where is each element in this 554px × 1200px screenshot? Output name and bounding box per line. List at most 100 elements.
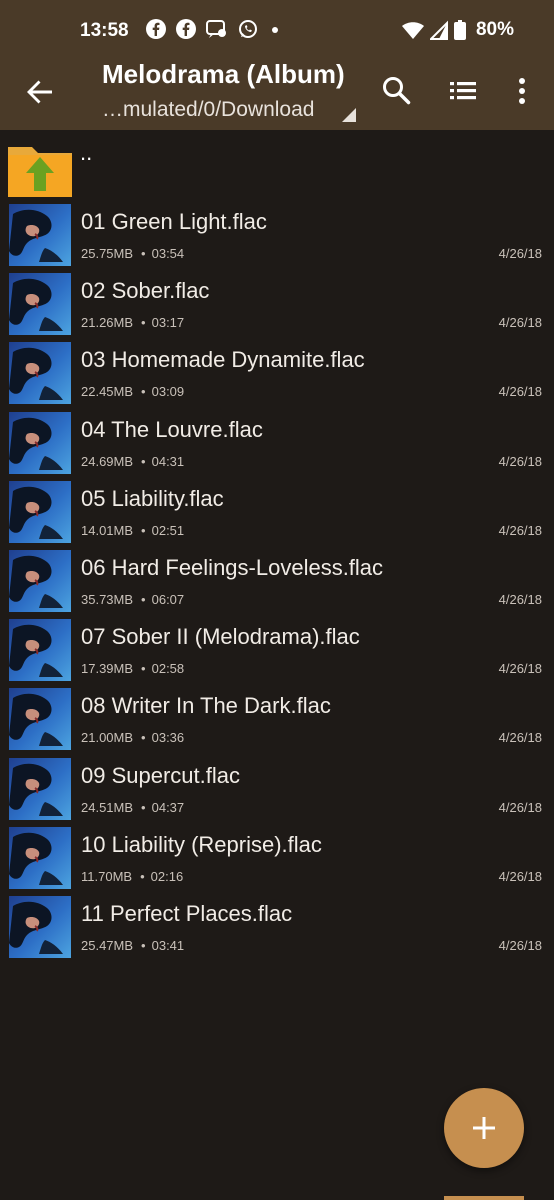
signal-icon bbox=[429, 20, 448, 40]
file-row[interactable]: 01 Green Light.flac 25.75MB • 03:54 4/26/1… bbox=[0, 200, 554, 269]
separator-dot: • bbox=[141, 730, 146, 746]
file-row[interactable]: 08 Writer In The Dark.flac 21.00MB • 03:36… bbox=[0, 684, 554, 753]
file-size: 25.75MB bbox=[81, 246, 134, 261]
file-meta: 24.51MB • 04:37 bbox=[81, 800, 184, 815]
file-name: 05 Liability.flac bbox=[81, 485, 224, 511]
file-duration: 06:07 bbox=[151, 592, 185, 607]
file-name: 09 Supercut.flac bbox=[81, 762, 240, 788]
file-name: 07 Sober II (Melodrama).flac bbox=[81, 624, 360, 650]
file-meta: 24.69MB • 04:31 bbox=[81, 454, 184, 469]
search-icon[interactable] bbox=[380, 74, 414, 108]
back-arrow-icon[interactable] bbox=[24, 76, 56, 108]
separator-dot: • bbox=[141, 384, 146, 400]
file-size: 14.01MB bbox=[81, 522, 134, 538]
album-art-thumbnail bbox=[9, 480, 71, 543]
folder-up-icon bbox=[8, 147, 72, 197]
file-meta: 25.47MB • 03:41 bbox=[81, 938, 184, 953]
separator-dot: • bbox=[141, 938, 146, 953]
file-name: 02 Sober.flac bbox=[81, 278, 210, 304]
separator-dot: • bbox=[141, 799, 146, 815]
file-size: 24.51MB bbox=[81, 799, 134, 815]
album-art-thumbnail bbox=[9, 757, 71, 820]
whatsapp-icon bbox=[239, 20, 257, 38]
separator-dot: • bbox=[141, 315, 146, 331]
status-time: 13:58 bbox=[80, 20, 129, 41]
more-options-icon[interactable] bbox=[505, 74, 539, 108]
parent-directory-label: .. bbox=[80, 140, 93, 165]
file-size: 21.00MB bbox=[81, 730, 134, 746]
file-size: 22.45MB bbox=[81, 384, 134, 400]
file-row[interactable]: 09 Supercut.flac 24.51MB • 04:37 4/26/18 bbox=[0, 754, 554, 823]
file-date: 4/26/18 bbox=[498, 522, 542, 538]
file-duration: 03:17 bbox=[151, 315, 185, 331]
file-date: 4/26/18 bbox=[498, 730, 542, 746]
file-name: 10 Liability (Reprise).flac bbox=[81, 831, 322, 857]
file-duration: 03:09 bbox=[151, 384, 185, 400]
album-art-thumbnail bbox=[9, 896, 71, 958]
file-size: 24.69MB bbox=[81, 453, 134, 469]
file-date: 4/26/18 bbox=[498, 868, 542, 884]
file-size: 11.70MB bbox=[81, 868, 133, 884]
dot-icon bbox=[272, 27, 278, 33]
separator-dot: • bbox=[141, 592, 146, 607]
messages-icon bbox=[206, 20, 226, 38]
file-date: 4/26/18 bbox=[498, 938, 542, 953]
album-art-thumbnail bbox=[9, 273, 71, 336]
file-name: 06 Hard Feelings-Loveless.flac bbox=[81, 555, 384, 580]
wifi-icon bbox=[401, 22, 424, 39]
system-icons: 80% bbox=[401, 19, 514, 41]
file-duration: 04:31 bbox=[151, 453, 185, 469]
facebook-icon bbox=[176, 19, 196, 39]
path-dropdown-icon[interactable] bbox=[342, 108, 356, 122]
album-art-thumbnail bbox=[9, 826, 71, 889]
separator-dot: • bbox=[141, 246, 146, 261]
album-art-thumbnail bbox=[9, 688, 71, 751]
album-art-thumbnail bbox=[9, 619, 71, 682]
album-art-thumbnail bbox=[9, 550, 71, 612]
file-duration: 02:16 bbox=[150, 868, 184, 884]
file-row[interactable]: 04 The Louvre.flac 24.69MB • 04:31 4/26/18 bbox=[0, 408, 554, 477]
file-duration: 03:41 bbox=[151, 938, 185, 953]
page-title: Melodrama (Album) bbox=[102, 59, 345, 89]
file-meta: 11.70MB • 02:16 bbox=[81, 869, 183, 884]
add-fab-button[interactable] bbox=[444, 1088, 524, 1168]
file-date: 4/26/18 bbox=[498, 384, 542, 400]
path-breadcrumb[interactable]: …mulated/0/Download bbox=[102, 98, 314, 122]
fab-shadow-strip bbox=[444, 1196, 524, 1200]
file-name: 03 Homemade Dynamite.flac bbox=[81, 347, 365, 373]
file-size: 25.47MB bbox=[81, 938, 134, 953]
file-row[interactable]: 02 Sober.flac 21.26MB • 03:17 4/26/18 bbox=[0, 269, 554, 338]
separator-dot: • bbox=[140, 868, 145, 884]
album-art-thumbnail bbox=[9, 204, 71, 266]
file-row[interactable]: 11 Perfect Places.flac 25.47MB • 03:41 4/2… bbox=[0, 892, 554, 961]
battery-icon bbox=[453, 20, 466, 40]
file-name: 08 Writer In The Dark.flac bbox=[81, 693, 331, 719]
file-meta: 35.73MB • 06:07 bbox=[81, 592, 184, 607]
list-view-icon[interactable] bbox=[446, 74, 480, 108]
plus-icon bbox=[473, 1117, 495, 1139]
separator-dot: • bbox=[141, 661, 146, 677]
file-row[interactable]: 06 Hard Feelings-Loveless.flac 35.73MB • 0… bbox=[0, 546, 554, 615]
file-date: 4/26/18 bbox=[498, 246, 542, 261]
file-name: 01 Green Light.flac bbox=[81, 209, 267, 234]
file-row[interactable]: 07 Sober II (Melodrama).flac 17.39MB • 02:… bbox=[0, 615, 554, 684]
file-row[interactable]: 05 Liability.flac 14.01MB • 02:51 4/26/18 bbox=[0, 477, 554, 546]
file-size: 17.39MB bbox=[81, 661, 134, 677]
file-meta: 22.45MB • 03:09 bbox=[81, 384, 184, 399]
album-art-thumbnail bbox=[9, 342, 71, 405]
file-date: 4/26/18 bbox=[498, 592, 542, 607]
file-duration: 03:36 bbox=[151, 730, 185, 746]
file-meta: 25.75MB • 03:54 bbox=[81, 246, 184, 261]
file-name: 11 Perfect Places.flac bbox=[81, 901, 293, 926]
separator-dot: • bbox=[141, 522, 146, 538]
file-meta: 17.39MB • 02:58 bbox=[81, 661, 184, 676]
file-duration: 02:58 bbox=[151, 661, 185, 677]
file-duration: 03:54 bbox=[151, 246, 185, 261]
file-meta: 21.00MB • 03:36 bbox=[81, 730, 184, 745]
file-size: 21.26MB bbox=[81, 315, 134, 331]
file-row[interactable]: 03 Homemade Dynamite.flac 22.45MB • 03:09 … bbox=[0, 338, 554, 407]
file-name: 04 The Louvre.flac bbox=[81, 416, 263, 442]
file-date: 4/26/18 bbox=[498, 315, 542, 331]
file-row[interactable]: 10 Liability (Reprise).flac 11.70MB • 02:1… bbox=[0, 823, 554, 892]
file-meta: 14.01MB • 02:51 bbox=[81, 523, 184, 538]
